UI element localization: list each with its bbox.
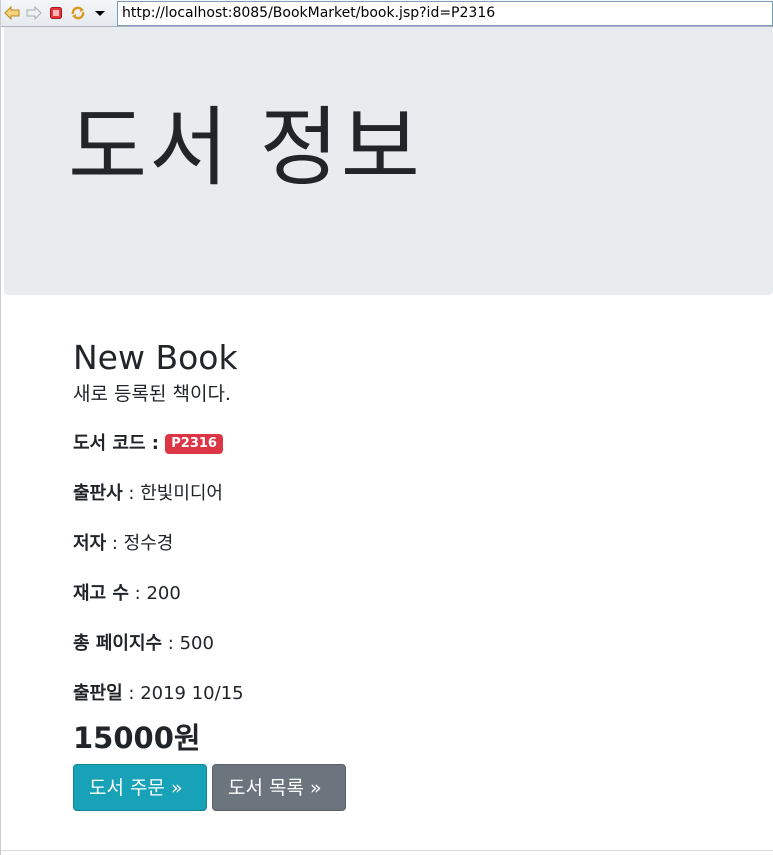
publisher-row: 출판사 : 한빛미디어 [73, 482, 733, 506]
stock-label: 재고 수 [73, 583, 129, 604]
url-input[interactable] [122, 5, 768, 21]
jumbotron: 도서 정보 [4, 27, 773, 295]
book-detail: New Book 새로 등록된 책이다. 도서 코드 : P2316 출판사 :… [73, 338, 733, 812]
author-label: 저자 [73, 533, 107, 554]
stock-row: 재고 수 : 200 [73, 582, 733, 606]
action-buttons: 도서 주문 » 도서 목록 » [73, 764, 733, 812]
browser-window: 도서 정보 New Book 새로 등록된 책이다. 도서 코드 : P2316… [0, 0, 773, 855]
book-list-button[interactable]: 도서 목록 » [212, 764, 346, 811]
book-price: 15000원 [73, 721, 201, 755]
dropdown-icon[interactable] [89, 1, 111, 25]
publisher-value: : 한빛미디어 [122, 483, 223, 504]
release-date-row: 출판일 : 2019 10/15 [73, 682, 733, 706]
book-name: New Book [73, 338, 238, 377]
order-book-button[interactable]: 도서 주문 » [73, 764, 207, 811]
back-arrow-icon[interactable] [1, 1, 23, 25]
release-date-label: 출판일 [73, 683, 123, 704]
book-code-row: 도서 코드 : P2316 [73, 432, 733, 456]
footer-divider [1, 850, 773, 851]
forward-arrow-icon[interactable] [23, 1, 45, 25]
browser-toolbar [1, 0, 773, 27]
book-code-badge: P2316 [165, 434, 223, 454]
book-description: 새로 등록된 책이다. [73, 383, 231, 405]
book-code-label: 도서 코드 : [73, 433, 166, 454]
page-title: 도서 정보 [68, 98, 422, 198]
address-bar[interactable] [117, 0, 773, 26]
publisher-label: 출판사 [73, 483, 123, 504]
release-date-value: : 2019 10/15 [122, 683, 244, 704]
stock-value: : 200 [128, 583, 181, 604]
refresh-icon[interactable] [67, 1, 89, 25]
stop-icon[interactable] [45, 1, 67, 25]
author-value: : 정수경 [106, 533, 174, 554]
pages-label: 총 페이지수 [73, 633, 163, 654]
pages-value: : 500 [162, 633, 214, 654]
pages-row: 총 페이지수 : 500 [73, 632, 733, 656]
author-row: 저자 : 정수경 [73, 532, 733, 556]
